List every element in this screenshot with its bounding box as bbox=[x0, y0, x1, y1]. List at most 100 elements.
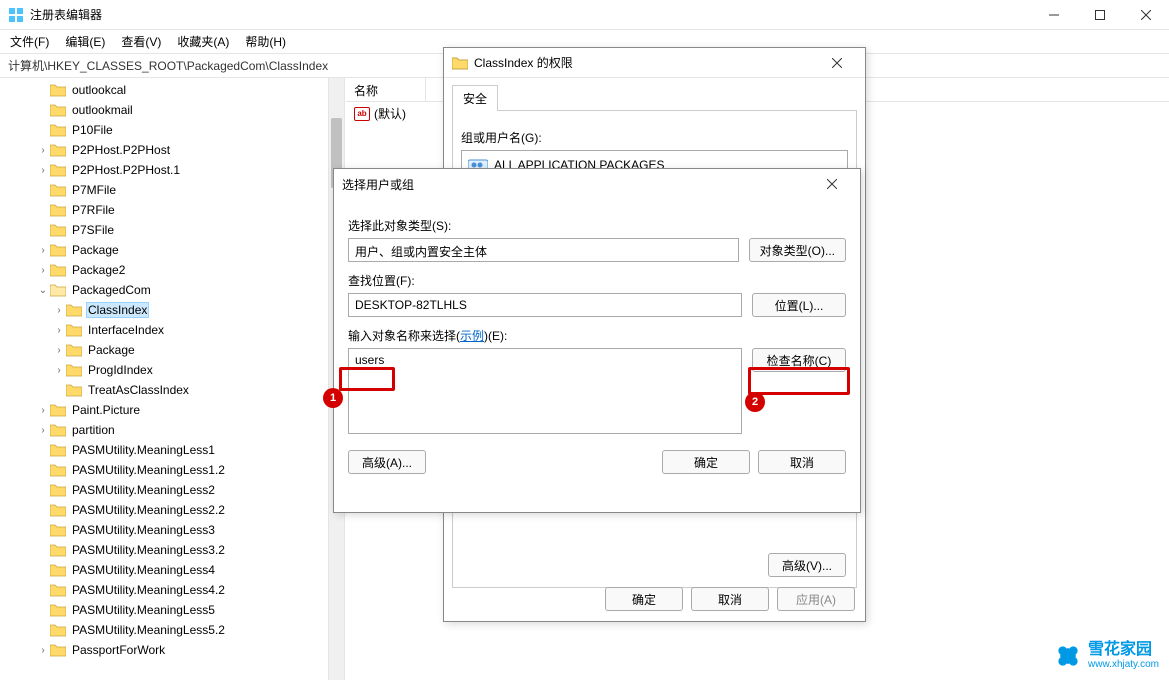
tree-label: TreatAsClassIndex bbox=[86, 382, 191, 398]
tree-item[interactable]: P10File bbox=[4, 120, 344, 140]
expander-icon[interactable]: › bbox=[52, 365, 66, 376]
tree-item[interactable]: PASMUtility.MeaningLess3 bbox=[4, 520, 344, 540]
permissions-close-button[interactable] bbox=[817, 49, 857, 77]
menu-file[interactable]: 文件(F) bbox=[10, 33, 49, 50]
select-user-titlebar: 选择用户或组 bbox=[334, 169, 860, 199]
watermark-url: www.xhjaty.com bbox=[1088, 659, 1159, 670]
watermark-text: 雪花家园 bbox=[1088, 641, 1159, 659]
tree-item[interactable]: ›PassportForWork bbox=[4, 640, 344, 660]
folder-icon bbox=[50, 643, 66, 657]
folder-icon bbox=[50, 523, 66, 537]
folder-icon bbox=[50, 423, 66, 437]
expander-icon[interactable]: › bbox=[36, 405, 50, 416]
tree-label: outlookmail bbox=[70, 102, 135, 118]
tree-item[interactable]: ›Package2 bbox=[4, 260, 344, 280]
tree-item[interactable]: PASMUtility.MeaningLess3.2 bbox=[4, 540, 344, 560]
expander-icon[interactable]: › bbox=[36, 165, 50, 176]
tab-security[interactable]: 安全 bbox=[452, 85, 498, 111]
select-user-close-button[interactable] bbox=[812, 170, 852, 198]
object-type-box: 用户、组或内置安全主体 bbox=[348, 238, 739, 262]
check-names-button[interactable]: 检查名称(C) bbox=[752, 348, 846, 372]
permissions-dialog-titlebar: ClassIndex 的权限 bbox=[444, 48, 865, 78]
folder-icon bbox=[50, 623, 66, 637]
advanced-button[interactable]: 高级(A)... bbox=[348, 450, 426, 474]
tree-item[interactable]: PASMUtility.MeaningLess4.2 bbox=[4, 580, 344, 600]
tree-item[interactable]: PASMUtility.MeaningLess4 bbox=[4, 560, 344, 580]
expander-icon[interactable]: › bbox=[52, 305, 66, 316]
tree[interactable]: outlookcaloutlookmailP10File›P2PHost.P2P… bbox=[0, 80, 344, 660]
permissions-ok-button[interactable]: 确定 bbox=[605, 587, 683, 611]
permissions-dialog-title: ClassIndex 的权限 bbox=[474, 54, 573, 71]
tree-item[interactable]: ›P2PHost.P2PHost.1 bbox=[4, 160, 344, 180]
expander-icon[interactable]: › bbox=[52, 325, 66, 336]
tree-item[interactable]: P7MFile bbox=[4, 180, 344, 200]
permissions-bottom-buttons: 确定 取消 应用(A) bbox=[605, 587, 855, 611]
folder-icon bbox=[50, 443, 66, 457]
menu-help[interactable]: 帮助(H) bbox=[245, 33, 286, 50]
expander-icon[interactable]: › bbox=[36, 245, 50, 256]
ok-button[interactable]: 确定 bbox=[662, 450, 750, 474]
location-box: DESKTOP-82TLHLS bbox=[348, 293, 742, 317]
maximize-button[interactable] bbox=[1077, 0, 1123, 30]
tree-item[interactable]: ›ProgIdIndex bbox=[4, 360, 344, 380]
tree-item[interactable]: PASMUtility.MeaningLess1.2 bbox=[4, 460, 344, 480]
tree-item[interactable]: PASMUtility.MeaningLess2 bbox=[4, 480, 344, 500]
window-buttons bbox=[1031, 0, 1169, 30]
folder-icon bbox=[452, 55, 468, 71]
window-title: 注册表编辑器 bbox=[30, 6, 102, 23]
tree-label: P2PHost.P2PHost bbox=[70, 142, 172, 158]
tree-item[interactable]: PASMUtility.MeaningLess2.2 bbox=[4, 500, 344, 520]
names-label: 输入对象名称来选择(示例)(E): bbox=[348, 327, 846, 344]
tree-item[interactable]: PASMUtility.MeaningLess1 bbox=[4, 440, 344, 460]
folder-icon bbox=[66, 303, 82, 317]
tree-item[interactable]: TreatAsClassIndex bbox=[4, 380, 344, 400]
watermark: 雪花家园 www.xhjaty.com bbox=[1054, 641, 1159, 670]
folder-icon bbox=[50, 483, 66, 497]
tree-item[interactable]: › partition bbox=[4, 420, 344, 440]
tree-item[interactable]: ›ClassIndex bbox=[4, 300, 344, 320]
permissions-apply-button[interactable]: 应用(A) bbox=[777, 587, 855, 611]
tree-item[interactable]: ›Package bbox=[4, 240, 344, 260]
tree-item[interactable]: P7RFile bbox=[4, 200, 344, 220]
tree-label: P10File bbox=[70, 122, 115, 138]
permissions-advanced-button[interactable]: 高级(V)... bbox=[768, 553, 846, 577]
tree-item[interactable]: ⌄PackagedCom bbox=[4, 280, 344, 300]
expander-icon[interactable]: › bbox=[36, 425, 50, 436]
minimize-button[interactable] bbox=[1031, 0, 1077, 30]
names-input[interactable]: users bbox=[348, 348, 742, 434]
object-type-button[interactable]: 对象类型(O)... bbox=[749, 238, 846, 262]
tree-item[interactable]: outlookmail bbox=[4, 100, 344, 120]
example-link[interactable]: 示例 bbox=[460, 329, 484, 343]
column-name[interactable]: 名称 bbox=[346, 78, 426, 101]
menu-view[interactable]: 查看(V) bbox=[121, 33, 161, 50]
expander-icon[interactable]: ⌄ bbox=[36, 285, 50, 296]
folder-icon bbox=[50, 283, 66, 297]
tree-label: PASMUtility.MeaningLess3 bbox=[70, 522, 217, 538]
tree-item[interactable]: ›Paint.Picture bbox=[4, 400, 344, 420]
app-icon bbox=[8, 7, 24, 23]
tree-item[interactable]: › Package bbox=[4, 340, 344, 360]
folder-icon bbox=[50, 503, 66, 517]
folder-icon bbox=[50, 163, 66, 177]
tree-item[interactable]: outlookcal bbox=[4, 80, 344, 100]
expander-icon[interactable]: › bbox=[36, 145, 50, 156]
tree-item[interactable]: PASMUtility.MeaningLess5 bbox=[4, 600, 344, 620]
expander-icon[interactable]: › bbox=[52, 345, 66, 356]
tree-item[interactable]: › P2PHost.P2PHost bbox=[4, 140, 344, 160]
close-button[interactable] bbox=[1123, 0, 1169, 30]
menu-edit[interactable]: 编辑(E) bbox=[65, 33, 105, 50]
menu-fav[interactable]: 收藏夹(A) bbox=[177, 33, 229, 50]
permissions-cancel-button[interactable]: 取消 bbox=[691, 587, 769, 611]
cancel-button[interactable]: 取消 bbox=[758, 450, 846, 474]
tree-item[interactable]: PASMUtility.MeaningLess5.2 bbox=[4, 620, 344, 640]
tree-label: partition bbox=[70, 422, 117, 438]
location-button[interactable]: 位置(L)... bbox=[752, 293, 846, 317]
tree-label: Package bbox=[86, 342, 137, 358]
tree-label: P7SFile bbox=[70, 222, 116, 238]
expander-icon[interactable]: › bbox=[36, 265, 50, 276]
expander-icon[interactable]: › bbox=[36, 645, 50, 656]
tree-label: PASMUtility.MeaningLess4 bbox=[70, 562, 217, 578]
tree-item[interactable]: ›InterfaceIndex bbox=[4, 320, 344, 340]
tree-label: PASMUtility.MeaningLess4.2 bbox=[70, 582, 227, 598]
tree-item[interactable]: P7SFile bbox=[4, 220, 344, 240]
